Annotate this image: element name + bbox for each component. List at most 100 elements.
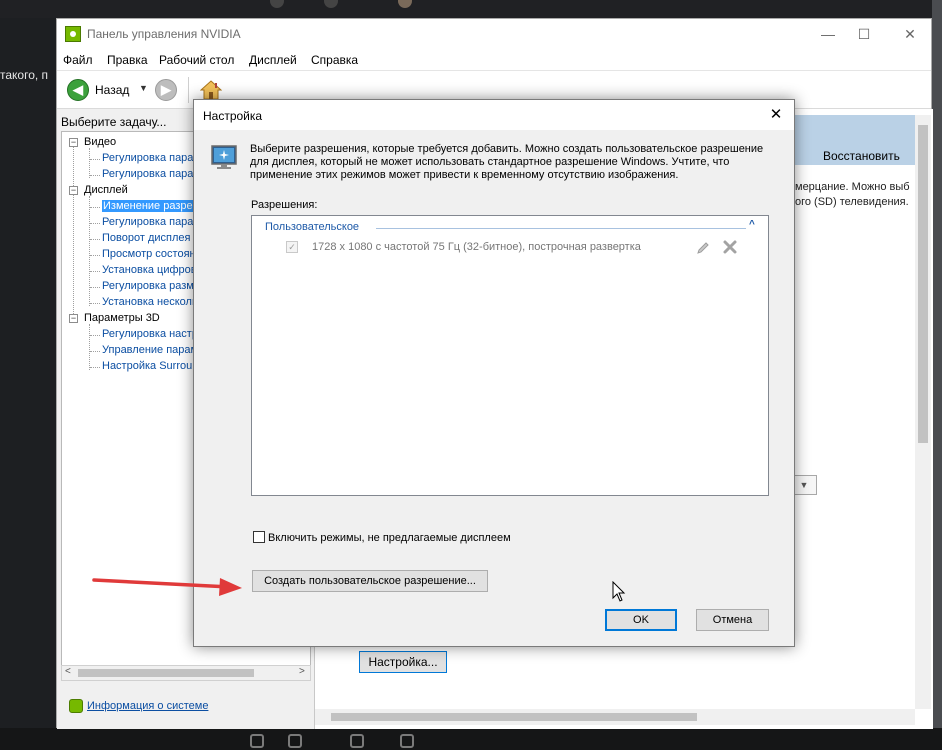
chevron-down-icon[interactable]: ▼ <box>139 83 148 93</box>
taskbar-icon[interactable] <box>400 734 414 748</box>
taskbar-icon[interactable] <box>288 734 302 748</box>
mouse-cursor-icon <box>612 581 626 602</box>
window-titlebar[interactable]: Панель управления NVIDIA — ☐ ✕ <box>57 19 931 49</box>
tree-connector <box>90 159 100 160</box>
custom-group-header[interactable]: Пользовательское <box>265 221 359 233</box>
create-custom-resolution-button[interactable]: Создать пользовательское разрешение... <box>252 570 488 592</box>
menu-display[interactable]: Дисплей <box>249 53 297 67</box>
content-horizontal-scrollbar[interactable] <box>315 709 915 725</box>
pencil-icon[interactable] <box>695 240 711 256</box>
menu-file[interactable]: Файл <box>63 53 93 67</box>
collapse-toggle[interactable]: − <box>69 314 78 323</box>
tree-connector <box>90 223 100 224</box>
tree-connector <box>90 335 100 336</box>
tree-connector <box>89 196 90 306</box>
system-info-link[interactable]: Информация о системе <box>87 700 208 712</box>
dialog-title: Настройка <box>203 109 263 123</box>
tree-connector <box>90 175 100 176</box>
collapse-toggle[interactable]: − <box>69 138 78 147</box>
tree-connector <box>90 239 100 240</box>
toolbar-divider <box>188 77 189 103</box>
dialog-close-button[interactable]: ✕ <box>766 105 786 125</box>
tree-connector <box>89 324 90 370</box>
desktop-icon <box>324 0 338 8</box>
content-text: мерцание. Можно выб <box>795 181 910 193</box>
back-button-label[interactable]: Назад <box>95 83 129 97</box>
desktop-top-bar <box>0 0 942 18</box>
scrollbar-thumb[interactable] <box>331 713 697 721</box>
tree-item[interactable]: Регулировка пара <box>102 168 193 180</box>
delete-icon[interactable] <box>721 238 739 256</box>
tree-item[interactable]: Установка цифров <box>102 264 197 276</box>
resolution-item-label[interactable]: 1728 x 1080 с частотой 75 Гц (32-битное)… <box>312 241 641 253</box>
tree-connector <box>89 148 90 178</box>
desktop-taskbar <box>0 728 942 750</box>
include-modes-checkbox[interactable] <box>253 531 265 543</box>
tree-connector <box>90 287 100 288</box>
resolutions-list[interactable]: Пользовательское ^ ✓ 1728 x 1080 с часто… <box>251 215 769 602</box>
scroll-left-icon[interactable]: < <box>65 666 71 677</box>
taskbar-icon[interactable] <box>250 734 264 748</box>
tree-group-display[interactable]: Дисплей <box>84 184 128 196</box>
system-info-icon <box>69 699 83 713</box>
customize-dialog: Настройка ✕ Выберите разрешения, которые… <box>193 99 795 647</box>
tree-item[interactable]: Установка несколь <box>102 296 198 308</box>
menu-help[interactable]: Справка <box>311 53 358 67</box>
dialog-description: Выберите разрешения, которые требуется д… <box>250 143 764 181</box>
tree-item[interactable]: Регулировка настр <box>102 328 198 340</box>
content-text: ого (SD) телевидения. <box>795 196 909 208</box>
collapse-toggle[interactable]: − <box>69 186 78 195</box>
ok-button[interactable]: OK <box>605 609 677 631</box>
menu-desktop[interactable]: Рабочий стол <box>159 53 234 67</box>
background-text: такого, п <box>0 68 49 82</box>
desktop-background <box>0 18 56 750</box>
tree-item[interactable]: Просмотр состоян <box>102 248 196 260</box>
tree-item[interactable]: Настройка Surroun <box>102 360 198 372</box>
nvidia-logo-icon <box>65 26 81 42</box>
tree-group-video[interactable]: Видео <box>84 136 116 148</box>
tree-group-3d[interactable]: Параметры 3D <box>84 312 160 324</box>
annotation-arrow-icon <box>92 578 242 596</box>
tree-item[interactable]: Регулировка разм <box>102 280 194 292</box>
menu-edit[interactable]: Правка <box>107 53 148 67</box>
tree-connector <box>90 351 100 352</box>
tree-item[interactable]: Поворот дисплея <box>102 232 190 244</box>
desktop-icon <box>270 0 284 8</box>
arrow-left-icon[interactable]: ◀ <box>67 79 89 101</box>
dialog-titlebar[interactable]: Настройка ✕ <box>194 100 794 130</box>
settings-button[interactable]: Настройка... <box>359 651 447 673</box>
resolutions-label: Разрешения: <box>251 199 318 211</box>
tree-horizontal-scrollbar[interactable]: < > <box>61 665 311 681</box>
tree-item[interactable]: Регулировка пара <box>102 152 193 164</box>
maximize-button[interactable]: ☐ <box>849 23 879 45</box>
desktop-icon <box>398 0 412 8</box>
include-modes-label[interactable]: Включить режимы, не предлагаемые дисплее… <box>268 532 511 544</box>
tree-connector <box>73 144 74 320</box>
close-button[interactable]: ✕ <box>895 23 925 45</box>
content-vertical-scrollbar[interactable] <box>915 115 931 709</box>
taskbar-icon[interactable] <box>350 734 364 748</box>
tree-connector <box>90 271 100 272</box>
chevron-up-icon[interactable]: ^ <box>749 219 755 230</box>
menu-bar: Файл Правка Рабочий стол Дисплей Справка <box>57 49 931 71</box>
tree-connector <box>90 255 100 256</box>
tree-item[interactable]: Управление парам <box>102 344 198 356</box>
desktop-background <box>932 0 942 750</box>
scroll-right-icon[interactable]: > <box>299 666 305 677</box>
tree-connector <box>90 207 100 208</box>
tree-item[interactable]: Регулировка пара <box>102 216 193 228</box>
resolution-checkbox[interactable]: ✓ <box>286 241 298 253</box>
window-title: Панель управления NVIDIA <box>87 27 241 41</box>
monitor-icon <box>211 145 237 169</box>
tree-connector <box>90 367 100 368</box>
group-divider <box>376 228 746 229</box>
arrow-right-icon[interactable]: ▶ <box>155 79 177 101</box>
scrollbar-thumb[interactable] <box>918 125 928 443</box>
scrollbar-thumb[interactable] <box>78 669 254 677</box>
home-icon[interactable] <box>200 79 222 101</box>
minimize-button[interactable]: — <box>813 23 843 45</box>
tree-connector <box>90 303 100 304</box>
task-label: Выберите задачу... <box>61 115 167 129</box>
restore-defaults-link[interactable]: Восстановить <box>823 149 900 163</box>
cancel-button[interactable]: Отмена <box>696 609 769 631</box>
